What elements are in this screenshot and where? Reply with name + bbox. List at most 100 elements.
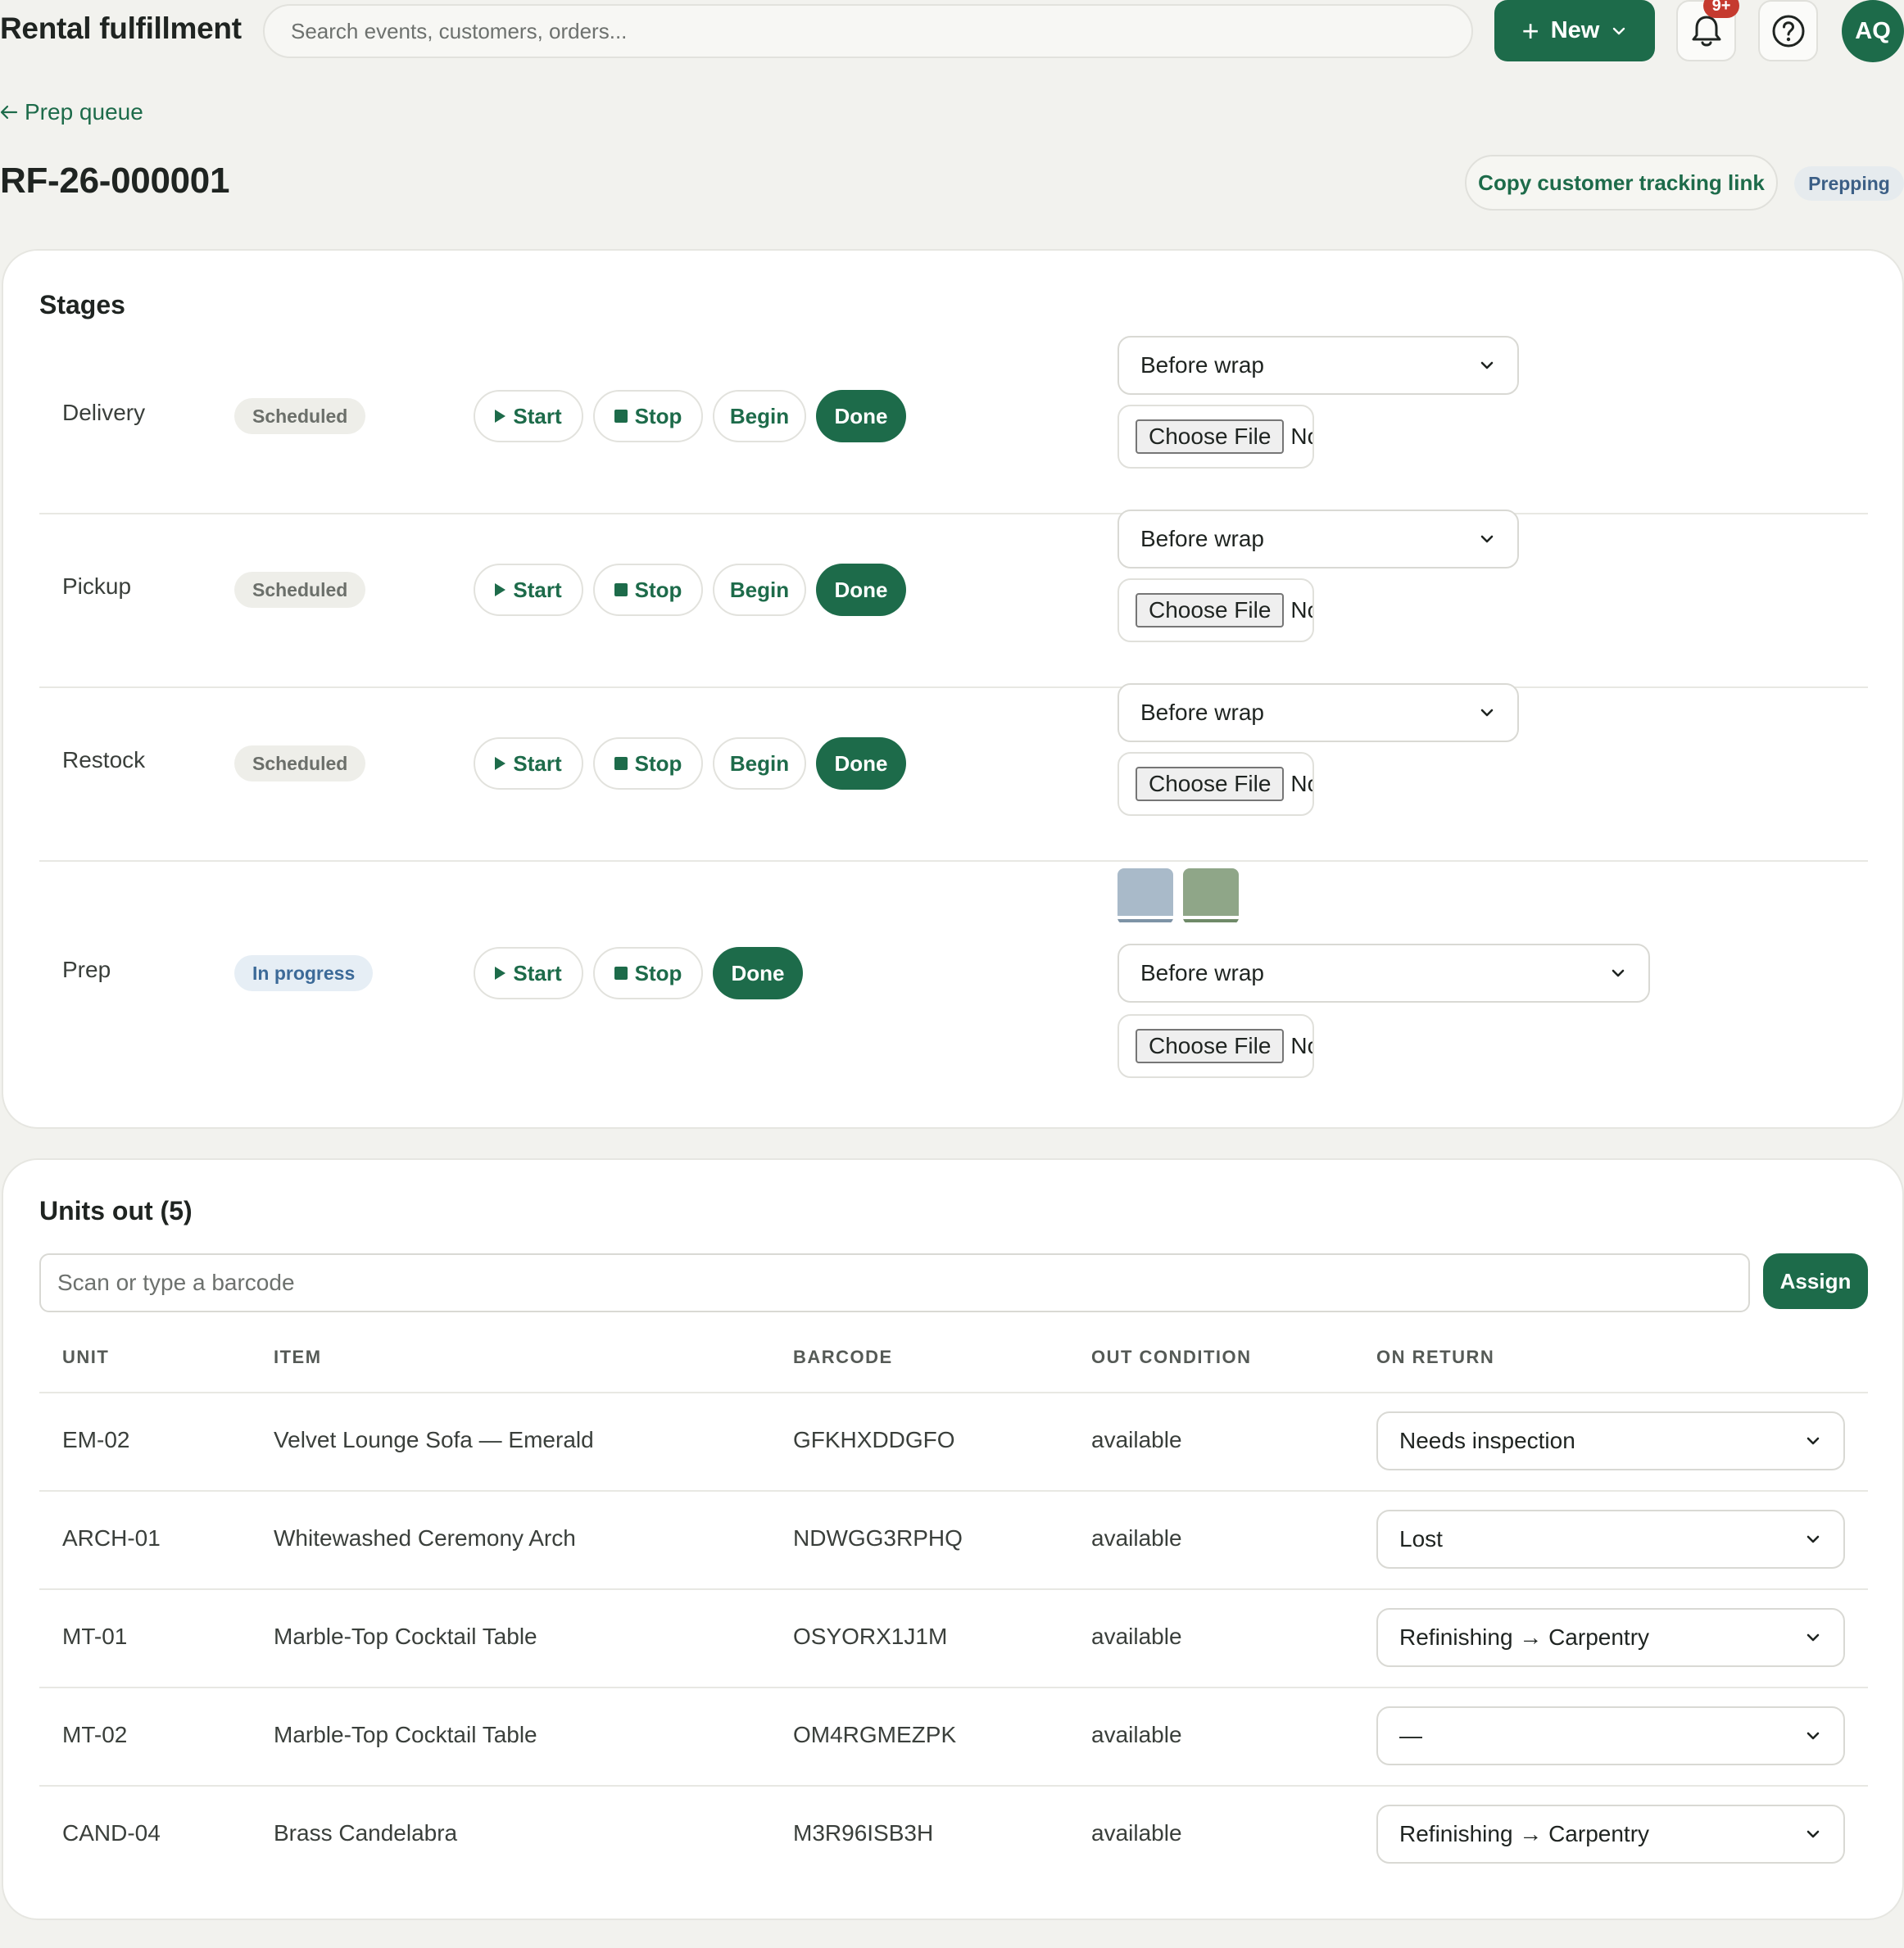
- begin-button[interactable]: Begin: [713, 564, 806, 616]
- on-return-value: —: [1399, 1723, 1422, 1748]
- table-row: EM-02 Velvet Lounge Sofa — Emerald GFKHX…: [39, 1393, 1868, 1492]
- global-search[interactable]: [263, 4, 1473, 58]
- photo-type-select[interactable]: Before wrap: [1117, 944, 1650, 1003]
- start-button[interactable]: Start: [474, 947, 583, 999]
- on-return-select[interactable]: —: [1376, 1706, 1845, 1765]
- search-input[interactable]: [289, 17, 1447, 45]
- on-return-value: Lost: [1399, 1526, 1443, 1552]
- photo-type-value: Before wrap: [1140, 700, 1264, 725]
- done-button[interactable]: Done: [816, 737, 906, 790]
- on-return-value: Refinishing → Carpentry: [1399, 1821, 1650, 1846]
- photo-file-input[interactable]: Choose File No file chosen: [1117, 752, 1314, 816]
- chevron-down-icon: [1612, 969, 1625, 977]
- barcode-cell: OM4RGMEZPK: [793, 1722, 957, 1747]
- unit-cell: MT-02: [62, 1722, 128, 1747]
- stop-button[interactable]: Stop: [593, 390, 703, 442]
- start-label: Start: [513, 403, 562, 428]
- table-row: ARCH-01 Whitewashed Ceremony Arch NDWGG3…: [39, 1492, 1868, 1590]
- file-status: No file chosen: [1290, 424, 1312, 449]
- photo-file-input[interactable]: Choose File No file chosen: [1117, 1014, 1314, 1078]
- start-label: Start: [513, 750, 562, 776]
- item-cell: Whitewashed Ceremony Arch: [274, 1525, 576, 1551]
- start-label: Start: [513, 577, 562, 602]
- units-out-card: Units out (5) Assign UNIT ITEM BARCODE O…: [2, 1158, 1904, 1920]
- photo-thumbnail[interactable]: [1183, 868, 1239, 924]
- bell-icon: [1692, 16, 1720, 46]
- start-button[interactable]: Start: [474, 737, 583, 790]
- photo-type-value: Before wrap: [1140, 352, 1264, 378]
- begin-button[interactable]: Begin: [713, 737, 806, 790]
- question-mark-icon: [1772, 15, 1804, 47]
- barcode-cell: M3R96ISB3H: [793, 1820, 934, 1846]
- stop-button[interactable]: Stop: [593, 564, 703, 616]
- chevron-down-icon: [1480, 535, 1494, 543]
- unit-cell: CAND-04: [62, 1820, 161, 1846]
- out-condition-cell: available: [1091, 1820, 1182, 1846]
- barcode-cell: OSYORX1J1M: [793, 1624, 948, 1649]
- chevron-down-icon: [1480, 709, 1494, 717]
- column-header-out-condition: OUT CONDITION: [1091, 1347, 1252, 1367]
- on-return-select[interactable]: Lost: [1376, 1510, 1845, 1569]
- on-return-select[interactable]: Needs inspection: [1376, 1411, 1845, 1470]
- choose-file-button[interactable]: Choose File: [1136, 1029, 1285, 1063]
- user-avatar[interactable]: AQ: [1842, 0, 1904, 62]
- play-icon: [495, 583, 506, 596]
- help-button[interactable]: [1758, 0, 1818, 61]
- stop-button[interactable]: Stop: [593, 737, 703, 790]
- out-condition-cell: available: [1091, 1427, 1182, 1452]
- photo-type-select[interactable]: Before wrap: [1117, 510, 1519, 569]
- start-button[interactable]: Start: [474, 390, 583, 442]
- on-return-select[interactable]: Refinishing → Carpentry: [1376, 1805, 1845, 1864]
- stage-status-badge: Scheduled: [234, 398, 366, 434]
- photo-thumbnail[interactable]: [1117, 868, 1173, 924]
- column-header-unit: UNIT: [62, 1347, 110, 1367]
- on-return-value: Refinishing → Carpentry: [1399, 1624, 1650, 1650]
- choose-file-button[interactable]: Choose File: [1136, 593, 1285, 627]
- item-cell: Brass Candelabra: [274, 1820, 458, 1846]
- table-row: CAND-04 Brass Candelabra M3R96ISB3H avai…: [39, 1787, 1868, 1885]
- start-button[interactable]: Start: [474, 564, 583, 616]
- photo-type-select[interactable]: Before wrap: [1117, 336, 1519, 395]
- begin-button[interactable]: Begin: [713, 390, 806, 442]
- chevron-down-icon: [1807, 1732, 1820, 1740]
- column-header-item: ITEM: [274, 1347, 322, 1367]
- item-cell: Marble-Top Cocktail Table: [274, 1722, 537, 1747]
- photo-file-input[interactable]: Choose File No file chosen: [1117, 578, 1314, 642]
- chevron-down-icon: [1807, 1830, 1820, 1838]
- new-button[interactable]: + New: [1494, 0, 1655, 61]
- chevron-down-icon: [1807, 1633, 1820, 1642]
- barcode-input[interactable]: [56, 1269, 1734, 1297]
- stop-label: Stop: [634, 960, 682, 985]
- stop-icon: [614, 583, 628, 596]
- done-button[interactable]: Done: [713, 947, 803, 999]
- on-return-select[interactable]: Refinishing → Carpentry: [1376, 1608, 1845, 1667]
- photo-file-input[interactable]: Choose File No file chosen: [1117, 405, 1314, 469]
- copy-tracking-link-button[interactable]: Copy customer tracking link: [1465, 155, 1778, 211]
- choose-file-button[interactable]: Choose File: [1136, 419, 1285, 454]
- choose-file-button[interactable]: Choose File: [1136, 767, 1285, 801]
- done-button[interactable]: Done: [816, 564, 906, 616]
- stage-row-pickup: Pickup Scheduled Start Stop Begin Done B…: [39, 510, 1868, 688]
- photo-type-select[interactable]: Before wrap: [1117, 683, 1519, 742]
- play-icon: [495, 967, 506, 980]
- stop-label: Stop: [634, 403, 682, 428]
- barcode-scan-field[interactable]: [39, 1253, 1750, 1312]
- start-label: Start: [513, 960, 562, 985]
- stop-button[interactable]: Stop: [593, 947, 703, 999]
- out-condition-cell: available: [1091, 1722, 1182, 1747]
- back-to-prep-queue-link[interactable]: Prep queue: [0, 99, 143, 125]
- stage-row-delivery: Delivery Scheduled Start Stop Begin Done…: [39, 336, 1868, 514]
- photo-type-value: Before wrap: [1140, 526, 1264, 551]
- on-return-value: Needs inspection: [1399, 1428, 1575, 1453]
- stage-name: Restock: [62, 747, 146, 772]
- barcode-cell: GFKHXDDGFO: [793, 1427, 955, 1452]
- stop-icon: [614, 967, 628, 980]
- out-condition-cell: available: [1091, 1624, 1182, 1649]
- assign-button[interactable]: Assign: [1763, 1253, 1868, 1309]
- stages-card: Stages Delivery Scheduled Start Stop Beg…: [2, 249, 1904, 1129]
- done-button[interactable]: Done: [816, 390, 906, 442]
- stop-label: Stop: [634, 750, 682, 776]
- file-status: No file chosen: [1290, 1033, 1312, 1058]
- photo-type-value: Before wrap: [1140, 960, 1264, 985]
- units-title: Units out (5): [39, 1196, 193, 1225]
